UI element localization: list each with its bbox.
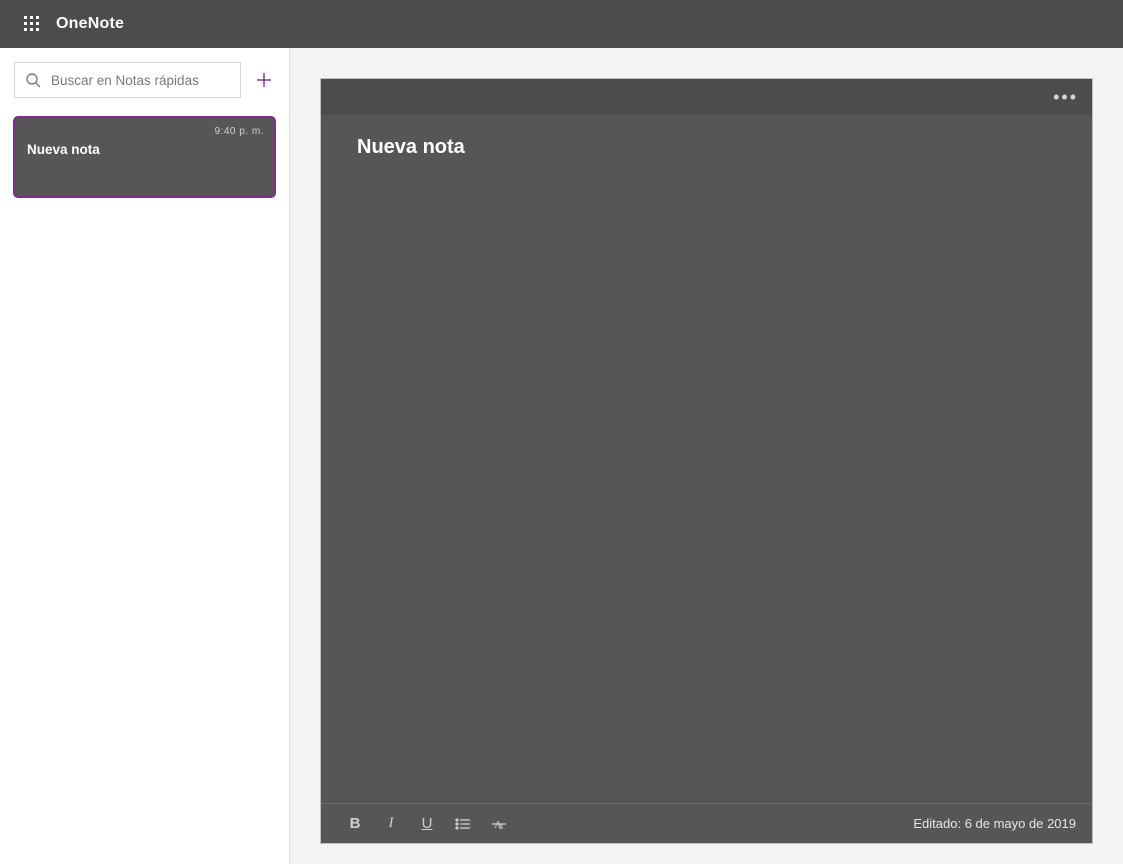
workspace: 9:40 p. m. Nueva nota ••• B I U — [0, 48, 1123, 864]
waffle-icon — [24, 16, 40, 32]
plus-icon — [255, 71, 273, 89]
bold-button[interactable]: B — [337, 806, 373, 842]
strikethrough-icon: A a — [491, 816, 507, 832]
strikethrough-button[interactable]: A a — [481, 806, 517, 842]
note-more-button[interactable]: ••• — [1049, 85, 1082, 110]
note-title-input[interactable] — [355, 135, 1058, 160]
search-input[interactable] — [49, 72, 230, 89]
search-box[interactable] — [14, 62, 241, 98]
bullet-list-icon — [455, 816, 471, 832]
note-card-0[interactable]: 9:40 p. m. Nueva nota — [13, 116, 276, 198]
note-list: 9:40 p. m. Nueva nota — [0, 110, 289, 204]
note-card-time: 9:40 p. m. — [27, 126, 264, 140]
more-dots-icon: ••• — [1053, 87, 1078, 107]
bullet-list-button[interactable] — [445, 806, 481, 842]
add-note-button[interactable] — [249, 62, 279, 98]
note-topbar: ••• — [321, 79, 1092, 115]
main-area: ••• B I U A — [290, 48, 1123, 864]
search-row — [0, 48, 289, 110]
search-icon — [25, 72, 41, 88]
svg-text:a: a — [499, 821, 503, 831]
note-bottom-toolbar: B I U A a Editado: 6 — [321, 803, 1092, 843]
left-panel: 9:40 p. m. Nueva nota — [0, 48, 290, 864]
app-title: OneNote — [56, 15, 124, 33]
note-card-title: Nueva nota — [27, 142, 264, 157]
underline-button[interactable]: U — [409, 806, 445, 842]
note-frame: ••• B I U A — [320, 78, 1093, 844]
edited-label: Editado: 6 de mayo de 2019 — [913, 816, 1076, 831]
note-body[interactable] — [321, 115, 1092, 803]
app-header: OneNote — [0, 0, 1123, 48]
app-launcher-button[interactable] — [8, 16, 56, 32]
italic-button[interactable]: I — [373, 806, 409, 842]
